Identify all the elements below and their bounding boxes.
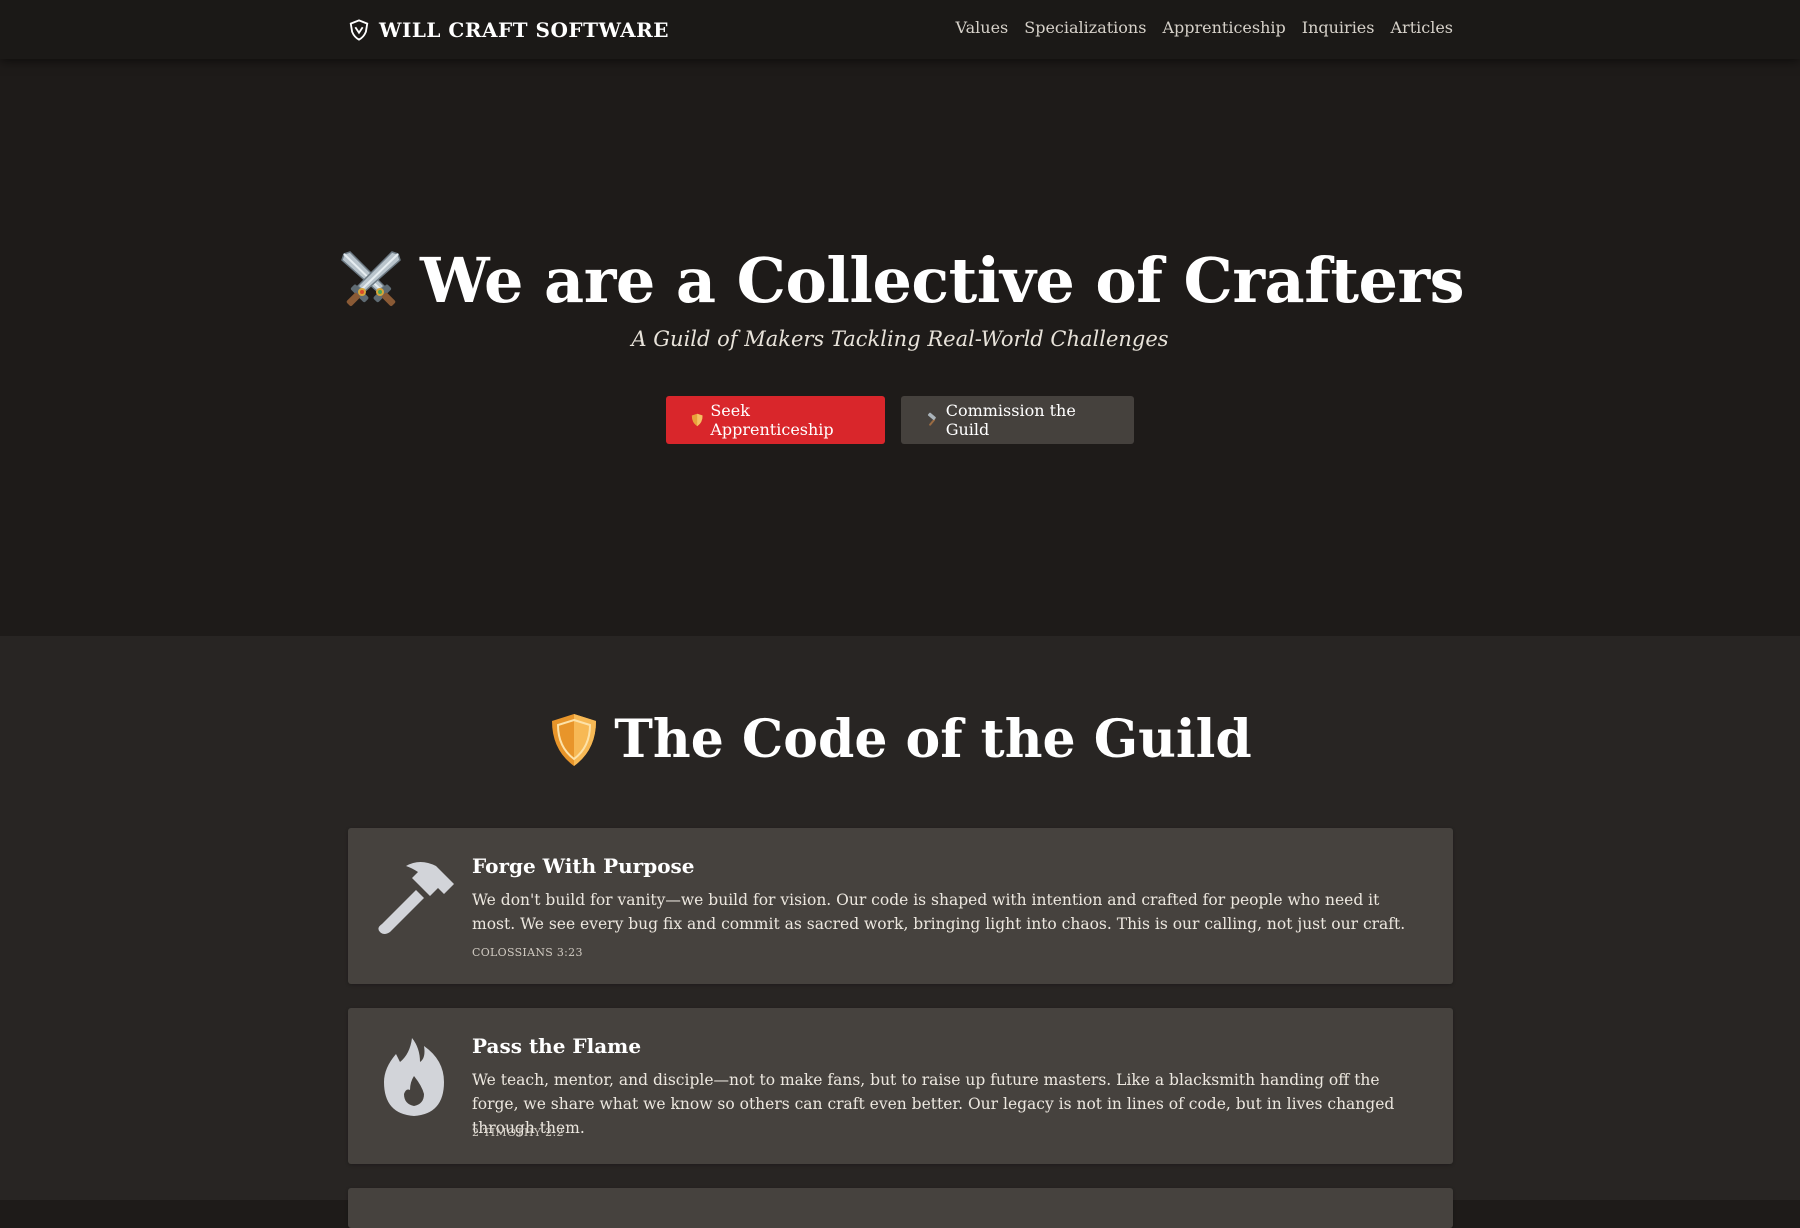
card-reference: 2 TIMOTHY 2:2	[472, 1126, 564, 1139]
value-card: Forge With Purpose We don't build for va…	[348, 828, 1453, 984]
nav-inquiries[interactable]: Inquiries	[1302, 18, 1375, 37]
card-title: Pass the Flame	[472, 1034, 642, 1058]
commission-guild-label: Commission the Guild	[945, 401, 1076, 439]
crossed-swords-icon	[341, 251, 401, 306]
hero-actions: Seek Apprenticeship Commission the Guild	[0, 396, 1800, 444]
nav-specializations[interactable]: Specializations	[1024, 18, 1146, 37]
brand-name: WILL CRAFT SOFTWARE	[379, 18, 670, 42]
card-title: Forge With Purpose	[472, 854, 695, 878]
hammer-icon	[378, 862, 454, 934]
code-heading: The Code of the Guild	[0, 712, 1800, 768]
brand-link[interactable]: WILL CRAFT SOFTWARE	[348, 16, 669, 44]
card-body: We teach, mentor, and disciple—not to ma…	[472, 1071, 1395, 1137]
seek-apprenticeship-button[interactable]: Seek Apprenticeship	[666, 396, 885, 444]
hero-section: We are a Collective of Crafters A Guild …	[0, 59, 1800, 636]
code-title: The Code of the Guild	[614, 709, 1252, 770]
card-body: We don't build for vanity—we build for v…	[472, 891, 1406, 933]
shield-crest-icon	[349, 19, 369, 41]
hammer-icon	[927, 412, 936, 426]
flame-icon	[384, 1038, 444, 1116]
value-card: Pass the Flame We teach, mentor, and dis…	[348, 1008, 1453, 1164]
value-card	[348, 1188, 1453, 1228]
seek-apprenticeship-label: Seek Apprenticeship	[710, 401, 834, 439]
hero-subtitle: A Guild of Makers Tackling Real-World Ch…	[631, 327, 1169, 351]
main-nav: Values Specializations Apprenticeship In…	[956, 18, 1453, 37]
commission-guild-button[interactable]: Commission the Guild	[901, 396, 1134, 444]
shield-icon	[691, 413, 703, 427]
card-reference: COLOSSIANS 3:23	[472, 946, 583, 959]
site-header: WILL CRAFT SOFTWARE Values Specializatio…	[0, 0, 1800, 59]
hero-heading: We are a Collective of Crafters	[0, 246, 1800, 316]
nav-values[interactable]: Values	[956, 18, 1009, 37]
hero-title: We are a Collective of Crafters	[419, 244, 1465, 317]
code-section: The Code of the Guild Forge With Purpose…	[0, 636, 1800, 1228]
nav-articles[interactable]: Articles	[1390, 18, 1453, 37]
nav-apprenticeship[interactable]: Apprenticeship	[1162, 18, 1285, 37]
shield-icon	[552, 714, 597, 766]
